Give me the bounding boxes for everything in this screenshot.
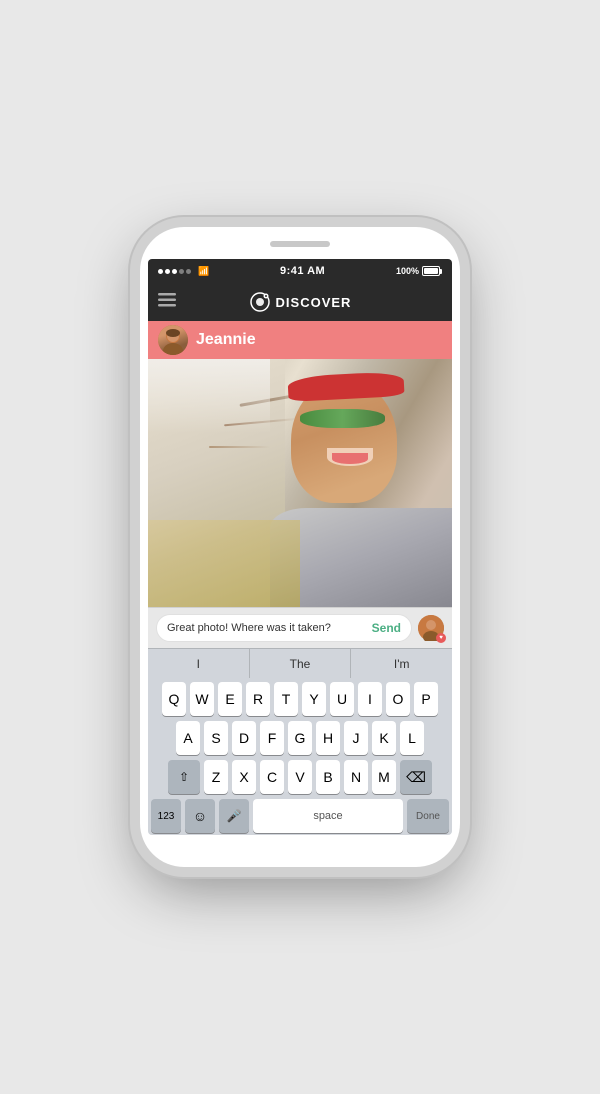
key-o[interactable]: O — [386, 682, 410, 716]
photo-area — [148, 359, 452, 607]
predictive-item-0[interactable]: I — [148, 649, 250, 678]
keyboard-row-4: 123 ☺ 🎤 space Done — [151, 799, 449, 833]
app-logo — [249, 291, 271, 313]
nav-bar: DISCOVER — [148, 283, 452, 321]
backspace-key[interactable]: ⌫ — [400, 760, 432, 794]
keyboard: Q W E R T Y U I O P A S D F G H J K — [148, 678, 452, 835]
key-u[interactable]: U — [330, 682, 354, 716]
message-input-box[interactable]: Great photo! Where was it taken? Send — [156, 614, 412, 642]
key-q[interactable]: Q — [162, 682, 186, 716]
shift-icon: ⇧ — [179, 770, 189, 784]
numbers-key[interactable]: 123 — [151, 799, 181, 833]
key-j[interactable]: J — [344, 721, 368, 755]
key-k[interactable]: K — [372, 721, 396, 755]
key-v[interactable]: V — [288, 760, 312, 794]
key-s[interactable]: S — [204, 721, 228, 755]
key-m[interactable]: M — [372, 760, 396, 794]
shift-key[interactable]: ⇧ — [168, 760, 200, 794]
signal-indicator — [158, 269, 191, 274]
phone-frame: 📶 9:41 AM 100% — [140, 227, 460, 867]
phone-screen: 📶 9:41 AM 100% — [148, 259, 452, 835]
emoji-key[interactable]: ☺ — [185, 799, 215, 833]
user-header[interactable]: Jeannie — [148, 321, 452, 359]
done-key[interactable]: Done — [407, 799, 449, 833]
battery-percent: 100% — [396, 266, 419, 276]
predictive-bar: I The I'm — [148, 648, 452, 678]
photo-background — [148, 359, 452, 607]
backspace-icon: ⌫ — [406, 769, 426, 786]
user-name: Jeannie — [196, 331, 256, 349]
menu-icon[interactable] — [158, 293, 176, 312]
key-p[interactable]: P — [414, 682, 438, 716]
mic-key[interactable]: 🎤 — [219, 799, 249, 833]
key-r[interactable]: R — [246, 682, 270, 716]
key-w[interactable]: W — [190, 682, 214, 716]
wifi-icon: 📶 — [198, 266, 209, 277]
message-avatar: ♥ — [418, 615, 444, 641]
battery-icon — [422, 266, 442, 276]
space-key[interactable]: space — [253, 799, 403, 833]
predictive-item-1[interactable]: The — [250, 649, 352, 678]
key-a[interactable]: A — [176, 721, 200, 755]
status-time: 9:41 AM — [280, 265, 325, 277]
nav-title: DISCOVER — [276, 295, 352, 310]
key-e[interactable]: E — [218, 682, 242, 716]
key-f[interactable]: F — [260, 721, 284, 755]
key-i[interactable]: I — [358, 682, 382, 716]
key-d[interactable]: D — [232, 721, 256, 755]
keyboard-row-3: ⇧ Z X C V B N M ⌫ — [151, 760, 449, 794]
keyboard-row-2: A S D F G H J K L — [151, 721, 449, 755]
predictive-item-2[interactable]: I'm — [351, 649, 452, 678]
avatar-image — [158, 325, 188, 355]
keyboard-row-1: Q W E R T Y U I O P — [151, 682, 449, 716]
key-h[interactable]: H — [316, 721, 340, 755]
status-bar: 📶 9:41 AM 100% — [148, 259, 452, 283]
key-l[interactable]: L — [400, 721, 424, 755]
status-right: 100% — [396, 266, 442, 276]
send-button[interactable]: Send — [372, 621, 401, 635]
key-n[interactable]: N — [344, 760, 368, 794]
nav-center: DISCOVER — [249, 291, 352, 313]
user-avatar — [158, 325, 188, 355]
key-z[interactable]: Z — [204, 760, 228, 794]
status-left: 📶 — [158, 266, 209, 277]
key-y[interactable]: Y — [302, 682, 326, 716]
heart-badge: ♥ — [436, 633, 446, 643]
message-input-area: Great photo! Where was it taken? Send ♥ — [148, 607, 452, 648]
key-x[interactable]: X — [232, 760, 256, 794]
key-t[interactable]: T — [274, 682, 298, 716]
message-text: Great photo! Where was it taken? — [167, 622, 331, 634]
key-c[interactable]: C — [260, 760, 284, 794]
key-g[interactable]: G — [288, 721, 312, 755]
key-b[interactable]: B — [316, 760, 340, 794]
